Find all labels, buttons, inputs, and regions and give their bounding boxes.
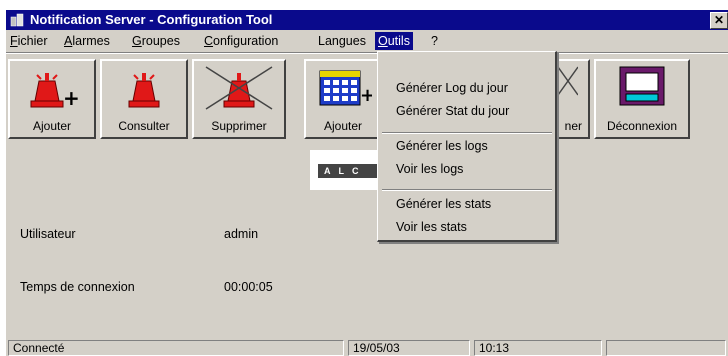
- group-add-icon: +: [319, 70, 372, 106]
- app-icon: [10, 13, 24, 27]
- menu-label: larmes: [72, 34, 110, 48]
- status-bar: Connecté 19/05/03 10:13: [6, 340, 728, 356]
- menu-mnemonic: G: [132, 34, 142, 48]
- alarm-add-button[interactable]: + Ajouter: [8, 59, 96, 139]
- group-add-button[interactable]: + Ajouter: [304, 59, 382, 139]
- disconnect-icon: [619, 66, 665, 106]
- menu-fichier[interactable]: Fichier: [10, 34, 48, 48]
- menu-outils[interactable]: Outils: [375, 32, 413, 50]
- company-logo: ALC: [310, 150, 380, 190]
- menu-label: roupes: [141, 34, 180, 48]
- logo-text: ALC: [318, 164, 380, 178]
- alarm-view-label: Consulter: [118, 119, 170, 133]
- menu-mnemonic: F: [10, 34, 18, 48]
- menu-item-generate-daily-stat[interactable]: Générer Stat du jour: [396, 104, 509, 118]
- connection-time-value: 00:00:05: [224, 280, 273, 294]
- menu-separator: [382, 189, 552, 191]
- user-label: Utilisateur: [20, 227, 76, 241]
- alarm-delete-button[interactable]: Supprimer: [192, 59, 286, 139]
- svg-text:+: +: [63, 86, 79, 110]
- menu-mnemonic: C: [204, 34, 214, 48]
- svg-text:+: +: [360, 85, 372, 106]
- status-time: 10:13: [474, 340, 602, 356]
- menu-item-view-stats[interactable]: Voir les stats: [396, 220, 467, 234]
- alarm-delete-icon: [205, 66, 273, 110]
- menu-help[interactable]: ?: [431, 34, 438, 48]
- menu-label: onfiguration: [213, 34, 279, 48]
- menu-item-generate-daily-log[interactable]: Générer Log du jour: [396, 81, 508, 95]
- title-bar[interactable]: Notification Server - Configuration Tool…: [6, 10, 728, 30]
- disconnect-button[interactable]: Déconnexion: [594, 59, 690, 139]
- menu-separator: [6, 52, 728, 54]
- menu-label: ichier: [17, 34, 48, 48]
- outils-dropdown-menu: Générer Log du jour Générer Stat du jour…: [377, 51, 557, 242]
- disconnect-label: Déconnexion: [606, 119, 678, 133]
- user-value: admin: [224, 227, 259, 241]
- menu-separator: [382, 132, 552, 134]
- alarm-view-button[interactable]: Consulter: [100, 59, 188, 139]
- menu-langues[interactable]: Langues: [318, 34, 366, 48]
- menu-label: utils: [387, 34, 410, 48]
- status-text: Connecté: [8, 340, 344, 356]
- menu-alarmes[interactable]: Alarmes: [64, 34, 110, 48]
- menu-configuration[interactable]: Configuration: [204, 34, 278, 48]
- menu-groupes[interactable]: Groupes: [132, 34, 180, 48]
- alarm-add-icon: +: [30, 73, 79, 110]
- menu-item-generate-stats[interactable]: Générer les stats: [396, 197, 491, 211]
- app-window: Notification Server - Configuration Tool…: [6, 10, 728, 356]
- menu-item-view-logs[interactable]: Voir les logs: [396, 162, 463, 176]
- alarm-view-icon: [128, 73, 160, 108]
- group-add-label: Ajouter: [323, 119, 363, 133]
- menu-item-generate-logs[interactable]: Générer les logs: [396, 139, 488, 153]
- menu-bar: Fichier Alarmes Groupes Configuration La…: [6, 31, 728, 51]
- status-extra-panel: [606, 340, 726, 356]
- alarm-delete-label: Supprimer: [211, 119, 267, 133]
- close-button[interactable]: ✕: [710, 12, 728, 29]
- window-title: Notification Server - Configuration Tool: [30, 12, 273, 27]
- connection-time-label: Temps de connexion: [20, 280, 135, 294]
- alarm-add-label: Ajouter: [32, 119, 72, 133]
- status-date: 19/05/03: [348, 340, 470, 356]
- menu-mnemonic: O: [378, 34, 388, 48]
